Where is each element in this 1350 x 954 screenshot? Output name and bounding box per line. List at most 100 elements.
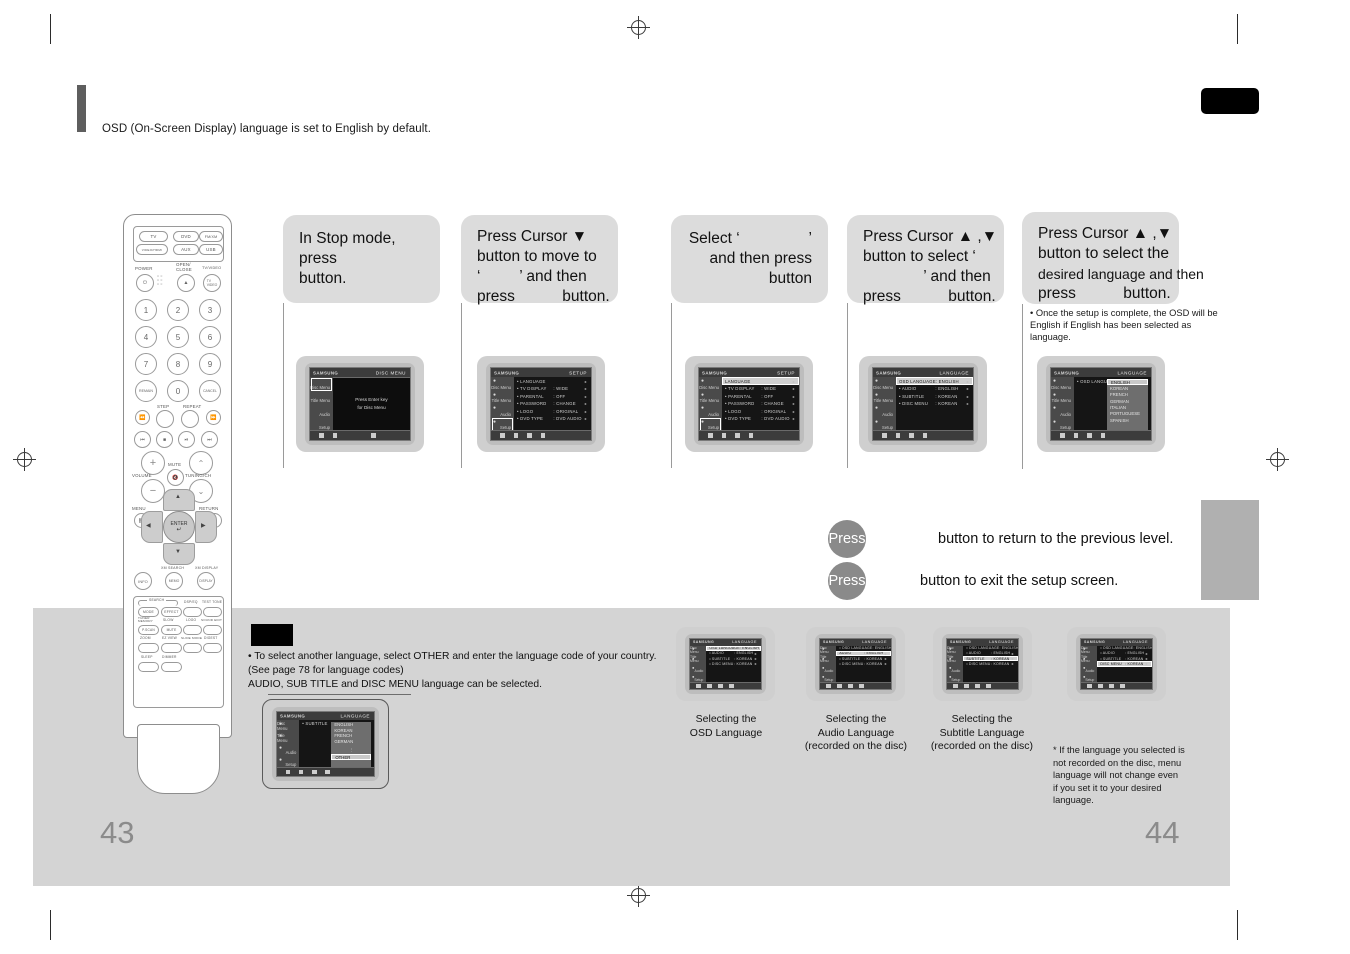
remote-button-tuning-up[interactable]: ⌃ [189,451,213,475]
remote-button-next[interactable]: ⏭ [201,431,218,448]
osd-sidebar-audio[interactable]: Audio [310,404,333,418]
remote-button-step[interactable] [156,410,174,428]
osd-menu-row[interactable]: • DVD TYPE: DVD AUDIO ▸ [514,415,591,423]
osd-sidebar-gear[interactable]: ● Setup [873,418,896,432]
osd-menu-row[interactable]: • PARENTAL: OFF ▸ [722,392,799,400]
remote-button-cursor-right[interactable] [195,511,217,543]
osd-sidebar-title-menu[interactable]: ● Title Menu [820,655,836,664]
osd-menu-row[interactable]: • TV DISPLAY: WIDE ▸ [514,385,591,393]
osd-sidebar-speaker[interactable]: ● Audio [277,744,299,756]
osd-sidebar-title-menu[interactable]: ● Title Menu [690,655,706,664]
remote-button-fm-xm[interactable]: FM/XM [199,231,223,242]
osd-menu-row[interactable]: • DISC MENU: KOREAN ▸ [836,661,891,666]
osd-menu-row[interactable]: • DISC MENU: KOREAN ▸ [963,661,1018,666]
remote-button-3[interactable]: 3 [199,299,221,321]
osd-sidebar-speaker[interactable]: ● Audio [820,664,836,673]
remote-button-8[interactable]: 8 [167,353,189,375]
osd-sidebar-title-menu[interactable]: ● Title Menu [1051,391,1074,405]
osd-menu-row[interactable]: • LOGO: ORIGINAL ▸ [722,408,799,416]
remote-button-play-pause[interactable]: ⏯ [178,431,195,448]
osd-menu-row[interactable]: • LANGUAGE ▸ [514,377,591,385]
osd-menu-row[interactable]: • LOGO: ORIGINAL ▸ [514,408,591,416]
remote-button-sleep[interactable] [138,662,159,672]
osd-sidebar-disc-menu[interactable]: ● Disc Menu [491,377,514,391]
osd-sidebar-disc-menu[interactable]: ● Disc Menu [947,646,963,655]
remote-button-stop[interactable]: ■ [156,431,173,448]
remote-button-skip-back[interactable]: ⏪ [135,410,150,425]
remote-button-ez-view[interactable] [161,643,182,653]
remote-button-dvd[interactable]: DVD [173,231,199,242]
remote-button-xm-display[interactable]: DISPLAY [197,572,215,590]
osd-sidebar-title-menu[interactable]: ● Title Menu [277,732,299,744]
osd-menu-row[interactable]: • PASSWORD: CHANGE ▸ [514,400,591,408]
remote-button-mute2[interactable]: MUTE [161,625,182,635]
remote-button-logo[interactable] [183,625,202,635]
osd-sidebar-disc-menu[interactable]: ● Disc Menu [699,377,722,391]
osd-menu-row[interactable]: • DISC MENU: KOREAN ▸ [896,400,973,408]
remote-button-aux[interactable]: AUX [173,244,199,255]
remote-button-video-hdmi[interactable]: VIDEO/HDMI [136,244,168,255]
osd-dropdown[interactable]: ENGLISH KOREAN FRENCH GERMAN ITALIAN PORTUGUE… [1107,378,1148,430]
osd-sidebar-title-menu[interactable]: ● Title Menu [699,391,722,405]
remote-button-volume-up[interactable]: + [141,451,165,475]
remote-button-4[interactable]: 4 [135,326,157,348]
osd-sidebar-speaker[interactable]: ● Audio [1081,664,1097,673]
remote-button-effect[interactable]: EFFECT [161,607,182,617]
osd-sidebar-setup[interactable]: Setup [310,418,333,432]
osd-sidebar-disc-menu[interactable]: ● Disc Menu [820,646,836,655]
osd-sidebar-title-menu[interactable]: Title Menu [310,391,333,405]
remote-button-enter[interactable]: ENTER ↵ [163,511,195,543]
remote-button-6[interactable]: 6 [199,326,221,348]
osd-sidebar-speaker[interactable]: ● Audio [699,404,722,418]
osd-sidebar-gear[interactable]: ● Setup [1051,418,1074,432]
osd-menu-row[interactable]: DISC MENU: KOREAN ▸ [1097,661,1152,667]
osd-menu-row[interactable]: • PASSWORD: CHANGE ▸ [722,400,799,408]
osd-menu-row[interactable]: • DISC MENU: KOREAN ▸ [706,661,761,666]
osd-sidebar-title-menu[interactable]: ● Title Menu [947,655,963,664]
osd-menu-row[interactable]: • PARENTAL: OFF ▸ [514,392,591,400]
remote-button-2[interactable]: 2 [167,299,189,321]
remote-button-zoom[interactable] [138,643,159,653]
remote-button-tv-video[interactable]: TV VIDEO [203,274,221,292]
osd-sidebar-speaker[interactable]: ● Audio [1051,404,1074,418]
remote-button-dimmer[interactable] [161,662,182,672]
osd-sidebar-speaker[interactable]: ● Audio [491,404,514,418]
osd-sidebar-title-menu[interactable]: ● Title Menu [1081,655,1097,664]
osd-sidebar-title-menu[interactable]: ● Title Menu [491,391,514,405]
remote-button-xm-search[interactable]: MEMO [165,572,183,590]
remote-button-sound-edit[interactable] [203,625,222,635]
remote-button-repeat[interactable] [181,410,199,428]
osd-sidebar-speaker[interactable]: ● Audio [690,664,706,673]
osd-sidebar-disc-menu[interactable]: ● Disc Menu [690,646,706,655]
remote-button-power[interactable]: ⏻ [136,274,154,292]
remote-button-9[interactable]: 9 [199,353,221,375]
osd-dropdown-item-other[interactable]: OTHER [331,754,372,760]
remote-button-remain[interactable]: REMAIN [135,380,157,402]
osd-sidebar-speaker[interactable]: ● Audio [947,664,963,673]
remote-button-cursor-up[interactable] [163,489,195,511]
remote-button-cancel[interactable]: CANCEL [199,380,221,402]
remote-button-slide-mode[interactable] [183,643,202,653]
remote-button-1[interactable]: 1 [135,299,157,321]
remote-button-mute[interactable]: 🔇 [167,469,184,486]
remote-button-usb[interactable]: USB [199,244,223,255]
osd-sidebar-speaker[interactable]: ● Audio [873,404,896,418]
remote-button-info[interactable]: INFO [134,572,152,590]
osd-menu-row[interactable]: LANGUAGE ▸ [722,377,799,385]
remote-button-prev[interactable]: ⏮ [134,431,151,448]
osd-sidebar-disc-menu[interactable]: ● Disc Menu [1051,377,1074,391]
remote-button-skip-fwd[interactable]: ⏩ [206,410,221,425]
osd-dropdown[interactable]: ENGLISH KOREAN FRENCH GERMAN ⋮ OTHER [331,721,372,768]
remote-button-test-tone[interactable] [203,607,222,617]
remote-button-tv[interactable]: TV [139,231,168,242]
remote-button-5[interactable]: 5 [167,326,189,348]
osd-sidebar-title-menu[interactable]: ● Title Menu [873,391,896,405]
osd-menu-row[interactable]: • DVD TYPE: DVD AUDIO ▸ [722,415,799,423]
osd-sidebar-disc-menu[interactable]: ● Disc Menu [277,720,299,732]
osd-sidebar-disc-menu[interactable]: ● Disc Menu [873,377,896,391]
remote-button-digest[interactable] [203,643,222,653]
osd-sidebar-disc-menu[interactable]: ● Disc Menu [1081,646,1097,655]
osd-menu-row[interactable]: • AUDIO: ENGLISH ▸ [896,385,973,393]
remote-button-open-close[interactable]: ▲ [177,274,195,292]
remote-button-cursor-left[interactable] [141,511,163,543]
